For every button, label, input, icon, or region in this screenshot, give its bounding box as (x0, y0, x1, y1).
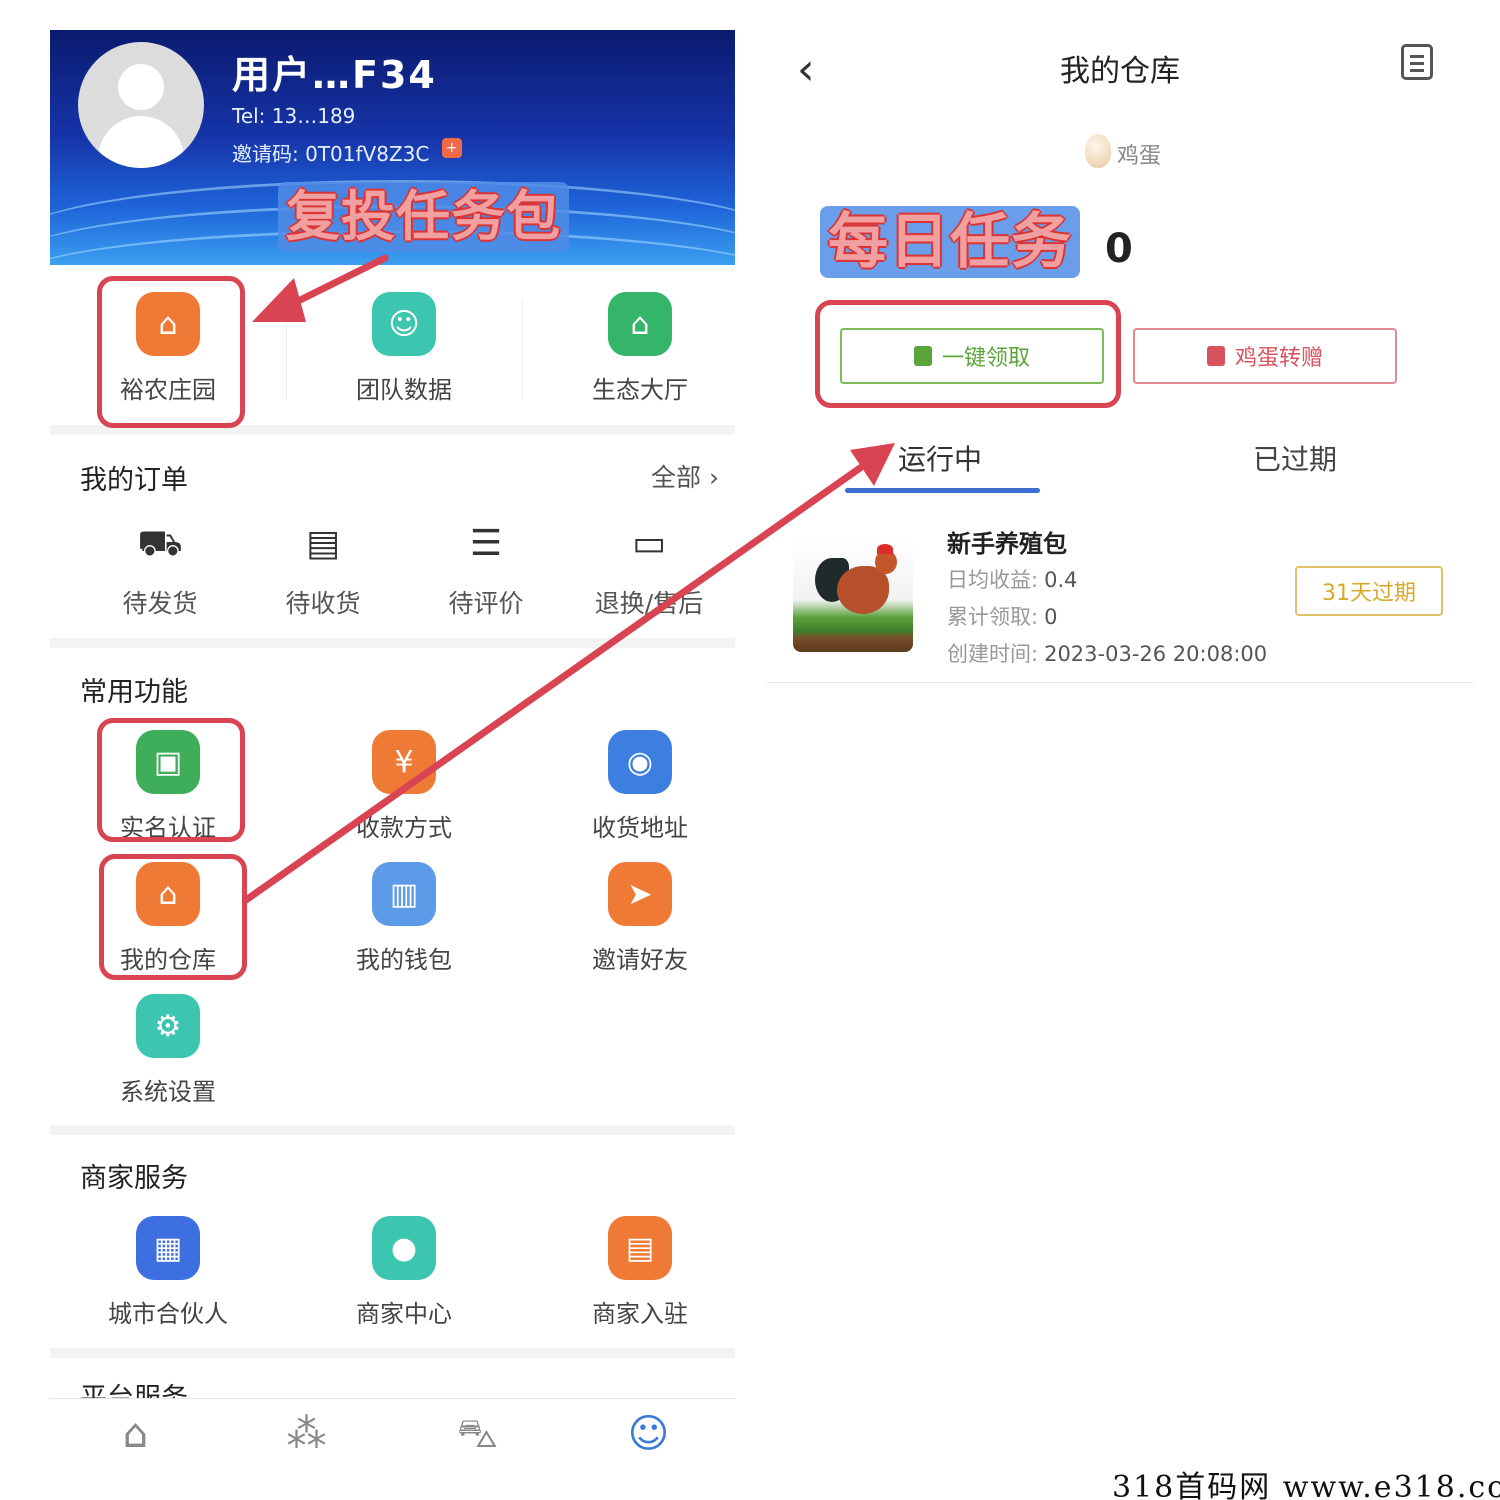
orders-all-link[interactable]: 全部 › (651, 458, 719, 494)
document-icon[interactable] (1401, 44, 1433, 80)
tab-expired[interactable]: 已过期 (1253, 438, 1337, 478)
warehouse-screen: ‹ 我的仓库 鸡蛋 每日任务 0 一键领取 鸡蛋转赠 运行中 已过期 新手养殖包… (765, 30, 1475, 710)
order-pending-receive[interactable]: ▤ 待收货 (238, 520, 408, 620)
payment-method[interactable]: ¥ 收款方式 (286, 730, 522, 843)
package-title: 新手养殖包 (947, 530, 1067, 558)
highlight-realname (97, 718, 245, 842)
egg-gift-button[interactable]: 鸡蛋转赠 (1133, 328, 1397, 384)
cart-icon[interactable]: ⛍ (392, 1411, 563, 1462)
merchant-center[interactable]: ● 商家中心 (286, 1216, 522, 1329)
rooster-image (793, 536, 913, 652)
orders-title: 我的订单 (80, 465, 188, 496)
user-icon[interactable]: ☺ (563, 1411, 734, 1457)
city-partner[interactable]: ▦ 城市合伙人 (50, 1216, 286, 1329)
location-icon: ◉ (608, 730, 672, 794)
order-pending-ship[interactable]: ⛟ 待发货 (75, 520, 245, 620)
wallet-return-icon: ▭ (631, 523, 666, 564)
highlight-warehouse (99, 854, 247, 980)
team-icon: ☺ (372, 292, 436, 356)
watermark: 318首码网 www.e318.com (1112, 1470, 1500, 1500)
shortcut-eco-hall[interactable]: ⌂ 生态大厅 (522, 292, 735, 405)
annotation-daily-task: 每日任务 (820, 206, 1080, 278)
tab-indicator (845, 488, 1040, 493)
egg-count: 0 (1105, 226, 1133, 272)
tab-running[interactable]: 运行中 (898, 438, 982, 478)
bag-icon (1206, 346, 1225, 366)
invite-friends[interactable]: ➤ 邀请好友 (522, 862, 735, 975)
comment-icon: ☰ (469, 523, 503, 564)
yuan-icon: ¥ (372, 730, 436, 794)
user-tel: Tel: 13…189 (232, 104, 356, 128)
system-settings[interactable]: ⚙ 系统设置 (50, 994, 286, 1107)
order-after-sale[interactable]: ▭ 退换/售后 (564, 520, 734, 620)
page-title: 我的仓库 (1060, 54, 1180, 89)
order-pending-review[interactable]: ☰ 待评价 (401, 520, 571, 620)
annotation-reinvest: 复投任务包 (278, 182, 569, 252)
merchant-title: 商家服务 (80, 1163, 188, 1194)
send-icon: ➤ (608, 862, 672, 926)
shop-icon: ● (372, 1216, 436, 1280)
bottom-nav: ⌂ ⁂ ⛍ ☺ (50, 1398, 735, 1470)
house-icon: ⌂ (608, 292, 672, 356)
common-title: 常用功能 (80, 677, 188, 708)
avatar[interactable] (78, 42, 204, 168)
shipping-address[interactable]: ◉ 收货地址 (522, 730, 735, 843)
category-icon[interactable]: ⁂ (221, 1411, 392, 1457)
copy-icon[interactable]: + (441, 138, 462, 158)
gear-icon: ⚙ (136, 994, 200, 1058)
highlight-claim (815, 300, 1121, 408)
invite-code: 邀请码: 0T01fV8Z3C + (232, 138, 462, 167)
home-icon[interactable]: ⌂ (50, 1411, 221, 1457)
daily-income: 日均收益: 0.4 (947, 568, 1078, 592)
expire-badge: 31天过期 (1295, 566, 1443, 616)
chevron-right-icon: › (709, 463, 719, 492)
merchant-join[interactable]: ▤ 商家入驻 (522, 1216, 735, 1329)
wallet-icon: ▥ (372, 862, 436, 926)
store-add-icon: ▤ (608, 1216, 672, 1280)
user-name: 用户…F34 (232, 53, 437, 97)
highlight-farm (97, 276, 245, 428)
truck-icon: ⛟ (137, 523, 183, 564)
created-time: 创建时间: 2023-03-26 20:08:00 (947, 642, 1268, 666)
shortcut-team[interactable]: ☺ 团队数据 (286, 292, 522, 405)
clipboard-icon: ▤ (305, 523, 340, 564)
my-wallet[interactable]: ▥ 我的钱包 (286, 862, 522, 975)
total-claimed: 累计领取: 0 (947, 605, 1058, 629)
profile-screen: 用户…F34 Tel: 13…189 邀请码: 0T01fV8Z3C + 复投任… (50, 30, 735, 1470)
building-icon: ▦ (136, 1216, 200, 1280)
egg-icon (1085, 134, 1111, 168)
egg-label: 鸡蛋 (1117, 144, 1162, 169)
